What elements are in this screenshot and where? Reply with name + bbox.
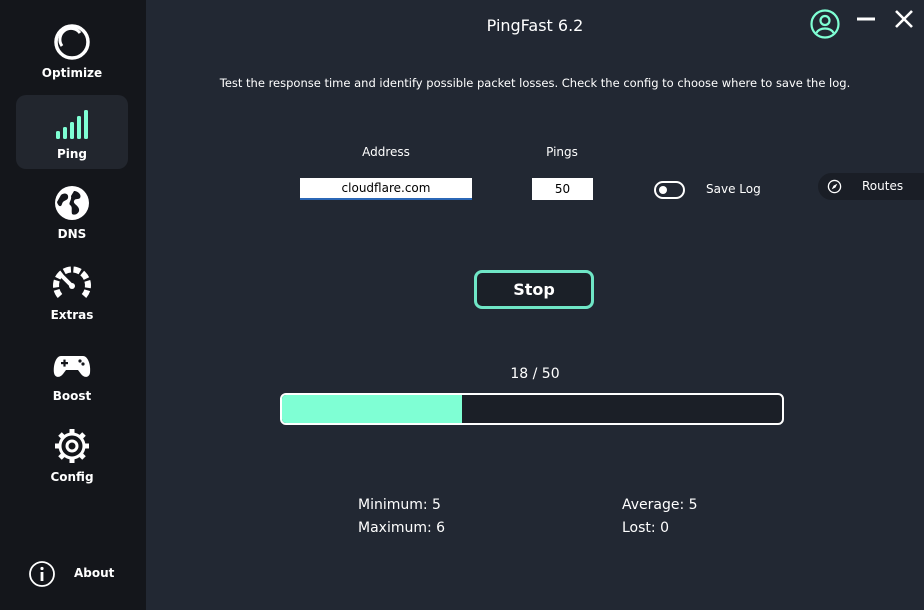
sidebar-item-boost[interactable]: Boost	[16, 337, 128, 411]
sidebar: Optimize Ping DNS Extras Boost Config Ab…	[0, 0, 146, 610]
sidebar-item-label: Extras	[50, 308, 94, 322]
save-log-toggle[interactable]	[654, 181, 685, 199]
stat-average: Average: 5	[622, 497, 698, 513]
sidebar-item-extras[interactable]: Extras	[16, 256, 128, 330]
routes-label: Routes	[862, 179, 904, 193]
sidebar-item-label: DNS	[57, 227, 87, 241]
user-icon[interactable]	[809, 8, 841, 40]
progress-fill	[282, 395, 462, 423]
app-title: PingFast 6.2	[486, 16, 584, 35]
gear-icon	[55, 429, 89, 463]
optimize-icon	[54, 24, 90, 60]
info-icon	[29, 561, 55, 587]
gamepad-icon	[53, 356, 91, 377]
sidebar-item-label: Config	[50, 470, 94, 484]
signal-bars-icon	[56, 110, 88, 139]
stat-minimum: Minimum: 5	[358, 497, 441, 513]
address-input[interactable]	[300, 178, 472, 200]
stat-lost: Lost: 0	[622, 520, 669, 536]
sidebar-item-about[interactable]: About	[28, 558, 128, 590]
close-icon[interactable]	[893, 8, 915, 30]
toggle-knob	[659, 186, 667, 194]
routes-button[interactable]: Routes	[818, 173, 924, 200]
page-description: Test the response time and identify poss…	[219, 76, 851, 90]
pings-label: Pings	[546, 145, 578, 159]
address-label: Address	[362, 145, 410, 159]
sidebar-item-config[interactable]: Config	[16, 418, 128, 492]
pings-input[interactable]	[532, 178, 593, 200]
gauge-icon	[53, 266, 91, 298]
compass-icon	[827, 179, 842, 194]
globe-icon	[55, 186, 89, 220]
sidebar-item-label: Optimize	[41, 66, 103, 80]
sidebar-item-label: About	[74, 566, 115, 580]
sidebar-item-label: Boost	[52, 389, 92, 403]
sidebar-item-dns[interactable]: DNS	[16, 175, 128, 249]
progress-text: 18 / 50	[510, 366, 560, 382]
progress-bar	[280, 393, 784, 425]
save-log-label: Save Log	[706, 182, 761, 196]
minimize-icon[interactable]	[855, 8, 877, 30]
sidebar-item-optimize[interactable]: Optimize	[16, 14, 128, 88]
stat-maximum: Maximum: 6	[358, 520, 446, 536]
sidebar-item-label: Ping	[56, 147, 88, 161]
stop-button[interactable]: Stop	[474, 270, 594, 309]
sidebar-item-ping[interactable]: Ping	[16, 95, 128, 169]
